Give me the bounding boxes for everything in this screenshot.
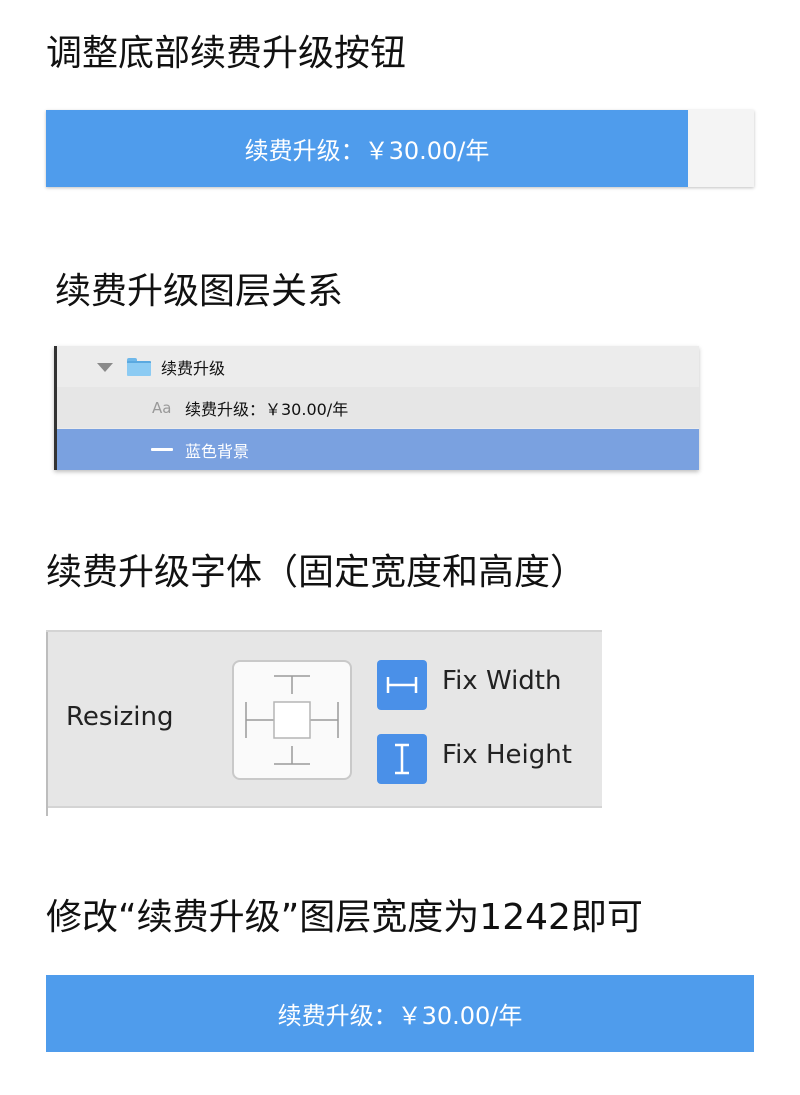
fix-width-icon bbox=[386, 677, 418, 693]
renew-button[interactable]: 续费升级：￥30.00/年 bbox=[46, 110, 688, 187]
layer-label: 蓝色背景 bbox=[185, 441, 250, 461]
resizing-pin-control[interactable] bbox=[232, 660, 352, 780]
resizing-panel: Resizing Fix Width Fix Height bbox=[46, 630, 602, 816]
resizing-label: Resizing bbox=[66, 702, 174, 732]
renew-button-original: 续费升级：￥30.00/年 bbox=[46, 110, 754, 187]
section2-title: 续费升级图层关系 bbox=[55, 271, 344, 312]
folder-icon bbox=[127, 358, 151, 376]
fix-height-icon bbox=[395, 743, 409, 775]
layer-blue-background[interactable]: 蓝色背景 bbox=[57, 429, 699, 470]
layer-label: 续费升级 bbox=[161, 358, 226, 378]
text-layer-icon: Aa bbox=[152, 398, 172, 417]
pin-constraints-icon bbox=[245, 675, 339, 765]
layers-panel: 续费升级 Aa 续费升级：￥30.00/年 蓝色背景 bbox=[54, 346, 699, 470]
renew-button-full-width[interactable]: 续费升级：￥30.00/年 bbox=[46, 975, 754, 1052]
fix-height-button[interactable] bbox=[377, 734, 427, 784]
fix-width-label: Fix Width bbox=[442, 666, 562, 696]
layer-text-renew[interactable]: Aa 续费升级：￥30.00/年 bbox=[57, 387, 699, 428]
section4-title: 修改“续费升级”图层宽度为1242即可 bbox=[46, 897, 643, 938]
layer-label: 续费升级：￥30.00/年 bbox=[185, 399, 349, 419]
fix-width-button[interactable] bbox=[377, 660, 427, 710]
disclosure-triangle-icon[interactable] bbox=[97, 363, 113, 372]
section3-title: 续费升级字体（固定宽度和高度） bbox=[46, 552, 587, 593]
fix-height-label: Fix Height bbox=[442, 740, 572, 770]
renew-button-label: 续费升级：￥30.00/年 bbox=[277, 1002, 523, 1030]
renew-button-label: 续费升级：￥30.00/年 bbox=[244, 137, 490, 165]
rectangle-layer-icon bbox=[151, 448, 173, 451]
layer-group-renew[interactable]: 续费升级 bbox=[57, 346, 699, 388]
section1-title: 调整底部续费升级按钮 bbox=[46, 33, 407, 74]
